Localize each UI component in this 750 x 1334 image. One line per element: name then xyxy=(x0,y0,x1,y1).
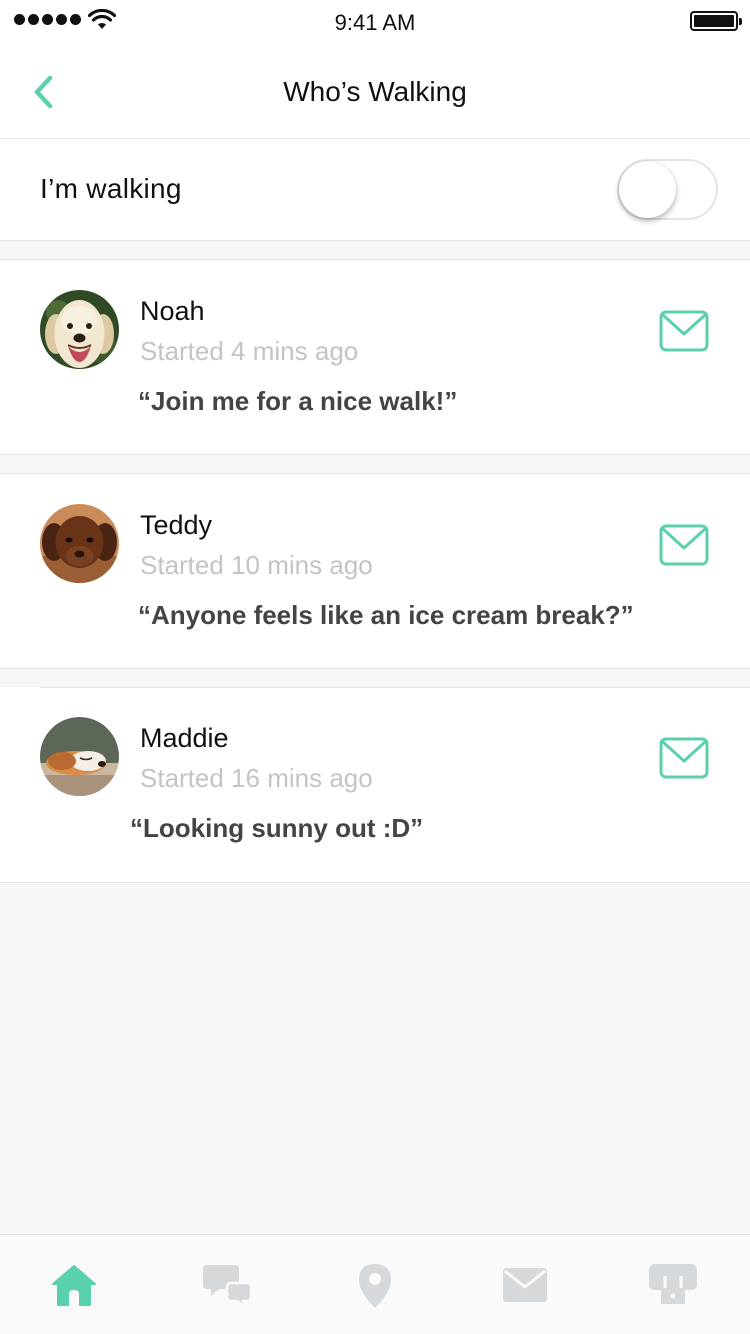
send-message-button[interactable] xyxy=(659,310,709,352)
tab-map[interactable] xyxy=(300,1235,450,1334)
tab-messages[interactable] xyxy=(450,1235,600,1334)
battery-icon xyxy=(690,11,742,31)
walker-name: Teddy xyxy=(140,510,213,540)
walker-name: Maddie xyxy=(140,723,229,753)
walker-name: Noah xyxy=(140,296,205,326)
walking-toggle-label: I’m walking xyxy=(40,173,182,204)
chat-bubbles-icon xyxy=(203,1265,253,1307)
walker-started-time: Started 16 mins ago xyxy=(140,763,373,793)
walker-card[interactable]: Maddie Started 16 mins ago “Looking sunn… xyxy=(0,687,750,883)
walking-toggle-switch[interactable] xyxy=(617,159,718,220)
tab-chat[interactable] xyxy=(150,1235,300,1334)
send-message-button[interactable] xyxy=(659,737,709,779)
avatar xyxy=(40,717,119,796)
map-pin-icon xyxy=(359,1264,391,1308)
status-bar: 9:41 AM xyxy=(0,0,750,44)
tab-profile[interactable] xyxy=(600,1235,750,1334)
walker-card[interactable]: Teddy Started 10 mins ago “Anyone feels … xyxy=(0,473,750,669)
sleeping-dog-avatar xyxy=(40,717,119,796)
walker-message: “Anyone feels like an ice cream break?” xyxy=(138,600,634,630)
status-time: 9:41 AM xyxy=(334,10,416,35)
walker-started-time: Started 10 mins ago xyxy=(140,550,373,580)
chocolate-puppy-avatar xyxy=(40,504,119,583)
walker-card[interactable]: Noah Started 4 mins ago “Join me for a n… xyxy=(0,259,750,455)
walker-message: “Looking sunny out :D” xyxy=(130,813,424,843)
walking-toggle-row: I’m walking xyxy=(0,139,750,241)
send-message-button[interactable] xyxy=(659,524,709,566)
toggle-knob xyxy=(619,161,676,218)
navigation-bar: Who’s Walking xyxy=(0,44,750,139)
dog-profile-icon xyxy=(649,1264,697,1304)
tab-bar xyxy=(0,1234,750,1334)
avatar xyxy=(40,504,119,583)
mail-icon xyxy=(503,1268,547,1302)
walker-message: “Join me for a nice walk!” xyxy=(138,386,458,416)
walker-started-time: Started 4 mins ago xyxy=(140,336,359,366)
avatar xyxy=(40,290,119,369)
tab-home[interactable] xyxy=(0,1235,150,1334)
home-icon xyxy=(52,1265,96,1306)
golden-retriever-avatar xyxy=(40,290,119,369)
page-title: Who’s Walking xyxy=(283,76,467,107)
